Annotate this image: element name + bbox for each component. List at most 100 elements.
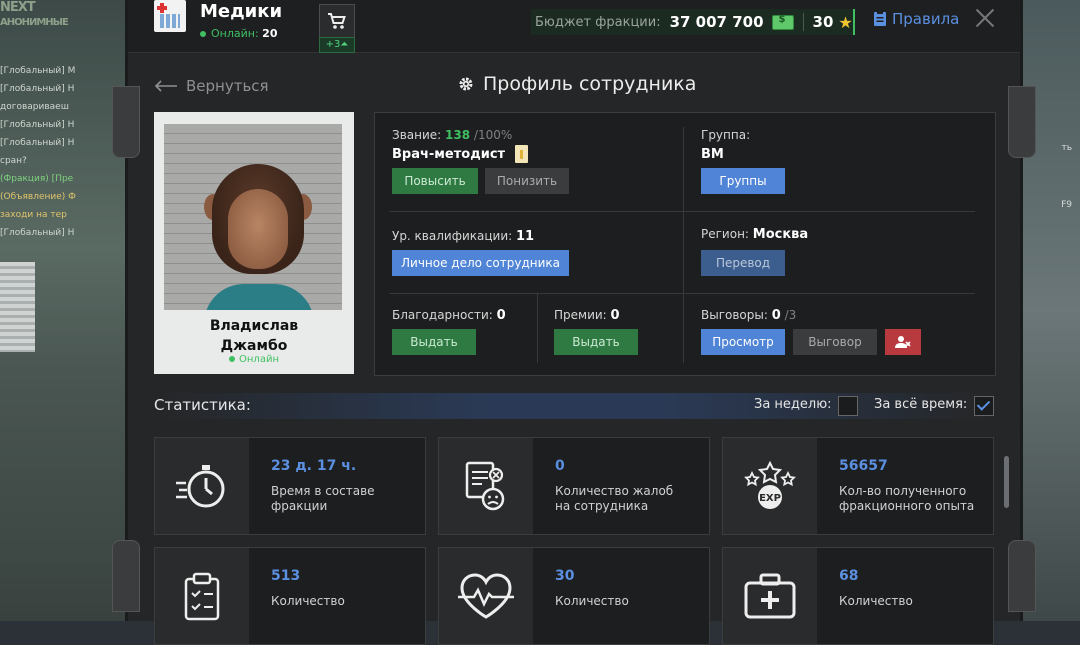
- rules-link[interactable]: Правила: [873, 10, 959, 28]
- arrow-left-icon: [154, 80, 177, 92]
- stat-card-medkit: 68 Количество: [722, 547, 994, 645]
- bonus-label: Премии: 0: [554, 308, 620, 323]
- stats-header-bar: [154, 393, 994, 419]
- stat-card-time: 23 д. 17 ч. Время в составе фракции: [154, 437, 426, 535]
- stars-value: 30: [812, 13, 834, 31]
- top-bar: Медики Онлайн: 20 +3⏶ Бюджет фракции: 37…: [128, 0, 1020, 53]
- personal-file-button[interactable]: Личное дело сотрудника: [392, 250, 569, 276]
- stat-description: Время в составе фракции: [271, 484, 375, 513]
- chat-line: [Глобальный] М: [0, 66, 76, 76]
- server-logo: NEXT АНОНИМНЫЕ: [0, 0, 69, 28]
- stats-title: Статистика:: [154, 396, 251, 414]
- stat-card-healing: 30 Количество: [438, 547, 710, 645]
- group-value: ВМ: [701, 147, 724, 162]
- back-button[interactable]: Вернуться: [154, 77, 269, 95]
- budget-label: Бюджет фракции:: [535, 14, 661, 30]
- chat-line: договариваеш: [0, 102, 69, 112]
- background-label: ть: [1061, 143, 1072, 153]
- shop-cart-button[interactable]: [319, 4, 355, 38]
- scrollbar-thumb[interactable]: [1004, 456, 1009, 508]
- stat-value: 23 д. 17 ч.: [271, 458, 357, 474]
- background-key-label: F9: [1061, 200, 1072, 210]
- chat-line: [Глобальный] Н: [0, 120, 75, 130]
- transfer-button[interactable]: Перевод: [701, 250, 785, 276]
- clipboard-icon: [184, 572, 220, 621]
- gear-icon: [459, 77, 473, 91]
- frame-corner: [1008, 86, 1036, 158]
- qualification-label: Ур. квалификации: 11: [392, 229, 535, 244]
- money-icon: [771, 14, 794, 30]
- game-background-left: NEXT АНОНИМНЫЕ [Глобальный] М [Глобальны…: [0, 0, 125, 621]
- divider: [683, 293, 684, 363]
- view-reprimands-button[interactable]: Просмотр: [701, 329, 785, 355]
- promote-button[interactable]: Повысить: [392, 168, 478, 194]
- all-time-checkbox[interactable]: [974, 396, 994, 416]
- rank-label: Звание: 138 /100%: [392, 128, 513, 142]
- stopwatch-icon: [176, 465, 225, 508]
- document-icon[interactable]: [515, 145, 528, 163]
- employee-name: Владислав Джамбо: [209, 318, 299, 354]
- frame-corner: [112, 86, 140, 158]
- stat-value: 513: [271, 568, 301, 584]
- divider: [802, 13, 804, 31]
- budget-value: 37 007 700: [669, 13, 764, 31]
- demote-button[interactable]: Понизить: [485, 168, 569, 194]
- stat-description: Кол-во полученного фракционного опыта: [839, 484, 975, 513]
- frame-corner: [112, 540, 140, 612]
- faction-panel: Медики Онлайн: 20 +3⏶ Бюджет фракции: 37…: [112, 0, 1036, 645]
- online-dot-icon: [200, 31, 206, 37]
- reprimand-button[interactable]: Выговор: [793, 329, 877, 355]
- stat-card-complaints: 0 Количество жалоб на сотрудника: [438, 437, 710, 535]
- thanks-value: 0: [496, 308, 506, 323]
- exp-icon: EXP: [744, 460, 796, 509]
- bonus-value: 0: [610, 308, 620, 323]
- chat-line: (Фракция) [Пре: [0, 174, 74, 184]
- hospital-icon: [154, 0, 186, 32]
- close-icon[interactable]: [975, 8, 995, 28]
- faction-name: Медики: [200, 1, 283, 22]
- rank-value: 138: [445, 128, 471, 142]
- online-counter: Онлайн: 20: [200, 27, 277, 40]
- give-bonus-button[interactable]: Выдать: [554, 329, 638, 355]
- stat-value: 30: [555, 568, 575, 584]
- game-chat: [Глобальный] М [Глобальный] Н договарива…: [0, 62, 125, 242]
- employee-avatar: [164, 124, 342, 310]
- stat-card-tasks: 513 Количество: [154, 547, 426, 645]
- employee-info-panel: Звание: 138 /100% Врач-методист Повысить…: [374, 112, 996, 376]
- region-label: Регион: Москва: [701, 227, 809, 242]
- background-ac-unit: [0, 262, 35, 352]
- divider: [683, 127, 684, 293]
- group-label: Группа:: [701, 128, 751, 142]
- reprimand-label: Выговоры: 0 /3: [701, 308, 797, 323]
- chat-line: заходи на тер: [0, 210, 67, 220]
- cart-badge: +3⏶: [319, 37, 355, 53]
- cart-icon: [328, 13, 346, 29]
- chat-line: сран?: [0, 156, 27, 166]
- user-remove-icon: [895, 336, 911, 348]
- employee-status: Онлайн: [154, 354, 354, 365]
- remove-reprimand-button[interactable]: [885, 329, 921, 355]
- stat-description: Количество: [555, 594, 629, 608]
- week-checkbox[interactable]: [838, 396, 858, 416]
- give-thanks-button[interactable]: Выдать: [392, 329, 476, 355]
- reprimand-value: 0: [771, 308, 781, 323]
- thanks-label: Благодарности: 0: [392, 308, 506, 323]
- arrow-up-icon: ⏶: [340, 39, 349, 50]
- stat-value: 0: [555, 458, 565, 474]
- rank-title: Врач-методист: [392, 147, 506, 162]
- stat-description: Количество жалоб на сотрудника: [555, 484, 674, 513]
- qualification-value: 11: [516, 229, 535, 244]
- week-label: За неделю:: [754, 397, 832, 412]
- star-icon: ★: [838, 12, 853, 32]
- groups-button[interactable]: Группы: [701, 168, 785, 194]
- chat-line: [Глобальный] Н: [0, 84, 75, 94]
- stat-value: 56657: [839, 458, 888, 474]
- heartbeat-icon: [458, 573, 514, 619]
- page-title: Профиль сотрудника: [458, 73, 696, 95]
- document-icon: [874, 11, 886, 26]
- chat-line: [Глобальный] Н: [0, 228, 75, 238]
- divider: [537, 293, 538, 363]
- region-value: Москва: [752, 227, 809, 242]
- employee-photo-card: Владислав Джамбо Онлайн: [154, 112, 354, 374]
- complaint-icon: [465, 461, 505, 511]
